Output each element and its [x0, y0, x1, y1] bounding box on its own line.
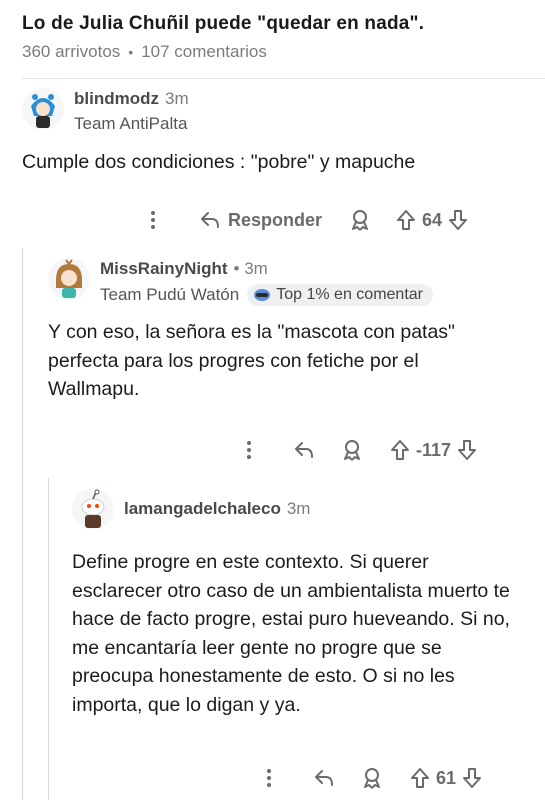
- more-icon: [267, 769, 271, 787]
- upvote-button[interactable]: [410, 767, 430, 789]
- comment-body: Cumple dos condiciones : "pobre" y mapuc…: [22, 151, 416, 173]
- reply-button[interactable]: Responder: [200, 210, 322, 231]
- post-title[interactable]: Lo de Julia Chuñil puede "quedar en nada…: [22, 10, 535, 38]
- comment-body: Define progre en este contexto. Si quere…: [72, 551, 510, 716]
- thread-line[interactable]: [48, 478, 49, 800]
- reply-label: Responder: [228, 209, 323, 230]
- comment-count: 107 comentarios: [141, 42, 267, 61]
- avatar-icon: [72, 488, 114, 530]
- upvote-button[interactable]: [390, 439, 410, 461]
- username[interactable]: MissRainyNight: [100, 258, 228, 280]
- award-icon: [344, 440, 360, 461]
- downvote-icon: [449, 210, 468, 230]
- user-flair: Team AntiPalta: [74, 114, 188, 133]
- comment-age: 3m: [286, 499, 311, 518]
- upvote-button[interactable]: [396, 209, 416, 231]
- post-meta: 360 arrivotos • 107 comentarios: [22, 42, 535, 62]
- more-button[interactable]: [150, 210, 156, 230]
- comment-age: • 3m: [233, 259, 268, 278]
- comment-actions: -117: [246, 436, 477, 464]
- reply-icon: [201, 212, 219, 228]
- comment-age: 3m: [164, 89, 189, 108]
- badge-label: Top 1% en comentar: [276, 286, 423, 303]
- award-button[interactable]: [342, 439, 362, 461]
- downvote-icon: [458, 440, 477, 460]
- avatar-icon: [48, 258, 90, 300]
- username[interactable]: blindmodz: [74, 88, 159, 110]
- more-icon: [151, 211, 155, 229]
- reply-icon: [295, 442, 313, 458]
- vote-score: 61: [436, 767, 457, 788]
- comment: blindmodz 3m Team AntiPalta Cumple dos c…: [22, 88, 532, 177]
- reply-button[interactable]: [294, 441, 314, 459]
- downvote-button[interactable]: [462, 767, 482, 789]
- avatar-icon: [22, 88, 64, 130]
- avatar[interactable]: [48, 258, 90, 300]
- comment: MissRainyNight • 3m Team Pudú Watón Top …: [48, 258, 534, 404]
- upvote-icon: [411, 768, 429, 788]
- more-button[interactable]: [246, 440, 252, 460]
- achievement-badge[interactable]: Top 1% en comentar: [247, 284, 433, 306]
- award-icon: [364, 768, 380, 789]
- comment: lamangadelchaleco 3m Define progre en es…: [72, 488, 534, 719]
- more-icon: [247, 441, 251, 459]
- comment-actions: 61: [266, 764, 482, 792]
- award-button[interactable]: [350, 209, 370, 231]
- comment-body: Y con eso, la señora es la "mascota con …: [48, 321, 455, 400]
- avatar[interactable]: [22, 88, 64, 130]
- award-button[interactable]: [362, 767, 382, 789]
- more-button[interactable]: [266, 768, 272, 788]
- downvote-button[interactable]: [448, 209, 468, 231]
- reply-button[interactable]: [314, 769, 334, 787]
- post-header: Lo de Julia Chuñil puede "quedar en nada…: [22, 10, 535, 62]
- user-flair: Team Pudú Watón: [100, 285, 240, 304]
- downvote-icon: [463, 768, 482, 788]
- downvote-button[interactable]: [457, 439, 477, 461]
- upvote-icon: [397, 210, 416, 230]
- avatar[interactable]: [72, 488, 114, 530]
- reply-icon: [315, 770, 333, 786]
- comment-actions: Responder 64: [150, 206, 468, 234]
- separator-dot: •: [128, 44, 134, 60]
- username[interactable]: lamangadelchaleco: [124, 498, 281, 520]
- vote-score: 64: [422, 209, 443, 230]
- thread-line[interactable]: [22, 248, 23, 800]
- divider: [22, 78, 545, 79]
- upvote-icon: [391, 440, 409, 460]
- award-icon: [352, 210, 369, 231]
- vote-score: -117: [416, 439, 452, 460]
- upvote-count: 360 arrivotos: [22, 42, 121, 61]
- badge-icon: [254, 289, 271, 301]
